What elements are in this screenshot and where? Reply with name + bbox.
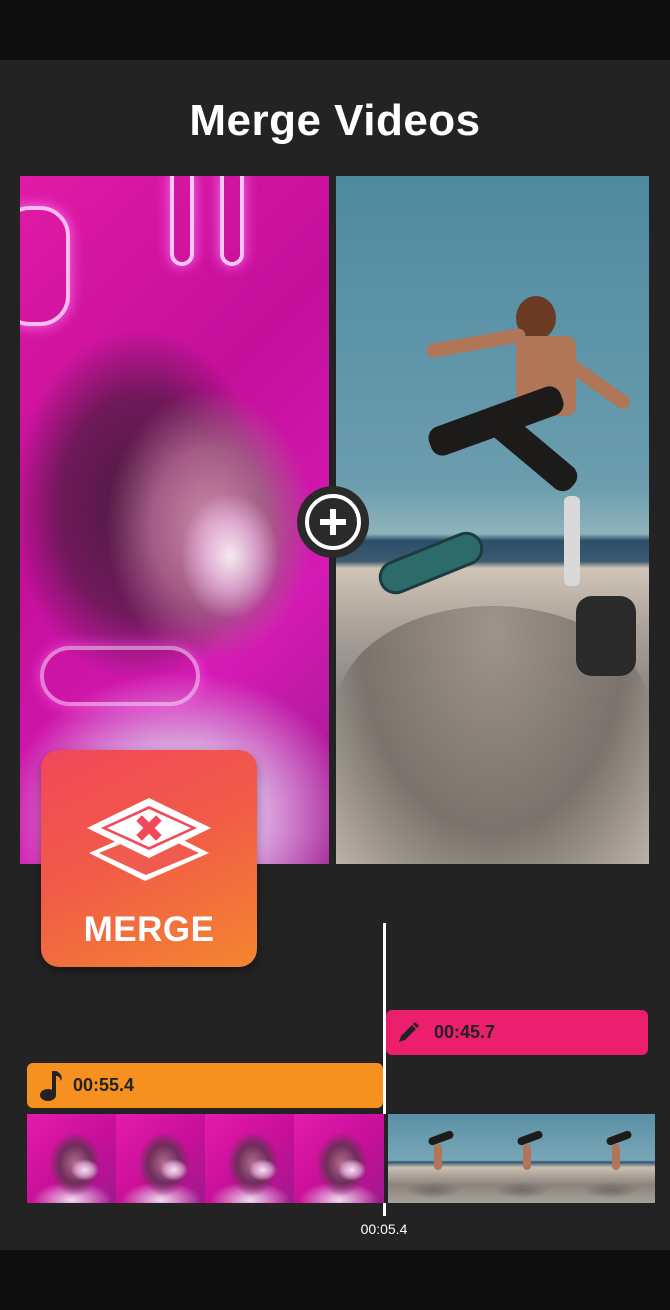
merge-label: MERGE [83,910,215,949]
page-title: Merge Videos [189,96,481,145]
music-clip-duration: 00:55.4 [73,1075,135,1095]
music-note-icon [40,1070,62,1101]
playhead-time: 00:05.4 [360,1221,408,1237]
navigation-bar [0,1250,670,1310]
thumbnail-skateboard [388,1114,477,1203]
skater-arm [425,327,527,359]
film-merge-icon [87,798,211,881]
music-track-clip[interactable]: 00:55.4 [27,1063,383,1108]
skateboard [373,526,489,600]
pencil-icon [399,1021,419,1042]
thumbnail-skateboard [477,1114,566,1203]
thumbnail-neon-portrait [27,1114,116,1203]
neon-sign-decoration [220,176,244,266]
thumbnail-neon-portrait [116,1114,205,1203]
neon-sign-decoration [40,646,200,706]
thumbnail-neon-portrait [294,1114,384,1203]
preview-clip-right[interactable] [336,176,649,864]
text-track-clip[interactable]: 00:45.7 [386,1010,648,1055]
video-filmstrip[interactable] [27,1114,655,1203]
second-skater [576,596,636,676]
thumbnail-neon-portrait [205,1114,294,1203]
add-clip-button[interactable] [297,486,369,558]
neon-sign-decoration [20,206,70,326]
text-clip-duration: 00:45.7 [434,1022,496,1042]
neon-sign-decoration [170,176,194,266]
thumbnail-skateboard [566,1114,655,1203]
bystander [564,496,580,586]
status-bar [0,0,670,60]
plus-circle-icon [305,494,361,550]
merge-app-badge[interactable]: MERGE [41,750,257,967]
